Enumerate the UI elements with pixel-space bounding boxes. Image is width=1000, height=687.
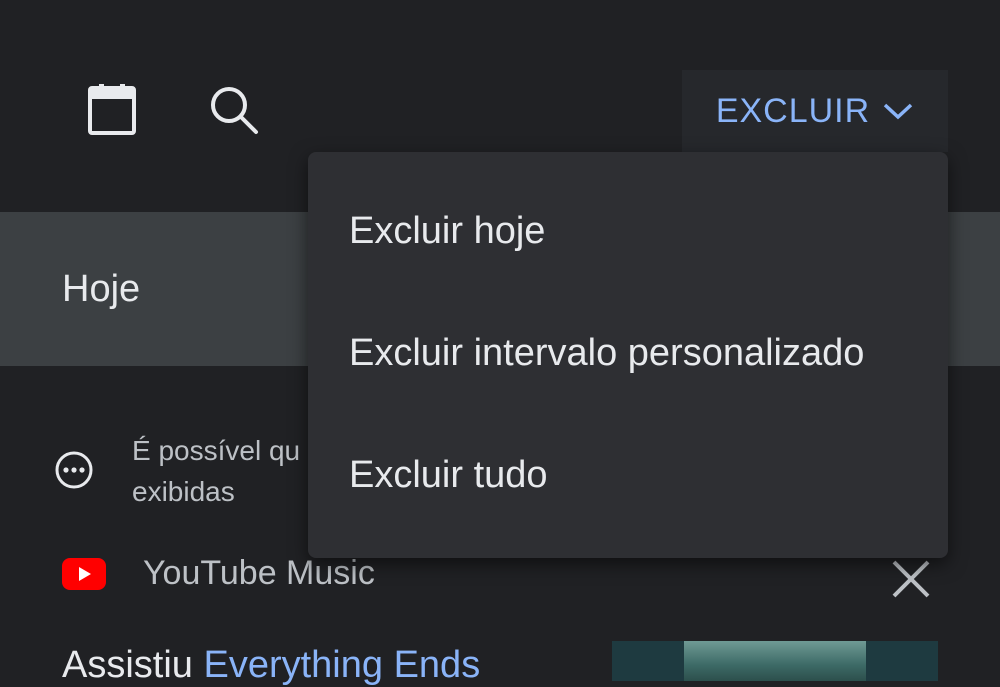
menu-item-delete-custom-range[interactable]: Excluir intervalo personalizado [308,292,948,414]
menu-item-delete-today[interactable]: Excluir hoje [308,170,948,292]
delete-dropdown-label: EXCLUIR [715,91,871,130]
app-name: YouTube Music [143,554,375,592]
delete-options-menu: Excluir hoje Excluir intervalo personali… [308,152,948,558]
search-button[interactable] [206,82,262,138]
menu-item-delete-all[interactable]: Excluir tudo [308,414,948,536]
video-title-link[interactable]: Everything Ends [203,644,480,686]
section-title: Hoje [62,268,141,310]
delete-dropdown-button[interactable]: EXCLUIR [682,70,948,152]
search-icon [211,87,258,134]
watched-entry: Assistiu Everything Ends [62,644,480,687]
thumbnail-image [684,641,866,681]
chevron-down-icon [884,103,913,120]
more-horizontal-circle-icon [55,451,93,489]
watched-prefix: Assistiu [62,644,204,686]
calendar-icon [88,84,136,135]
close-icon[interactable] [888,556,934,602]
video-thumbnail[interactable] [612,641,938,681]
youtube-logo [62,558,106,590]
calendar-button[interactable] [84,82,140,138]
